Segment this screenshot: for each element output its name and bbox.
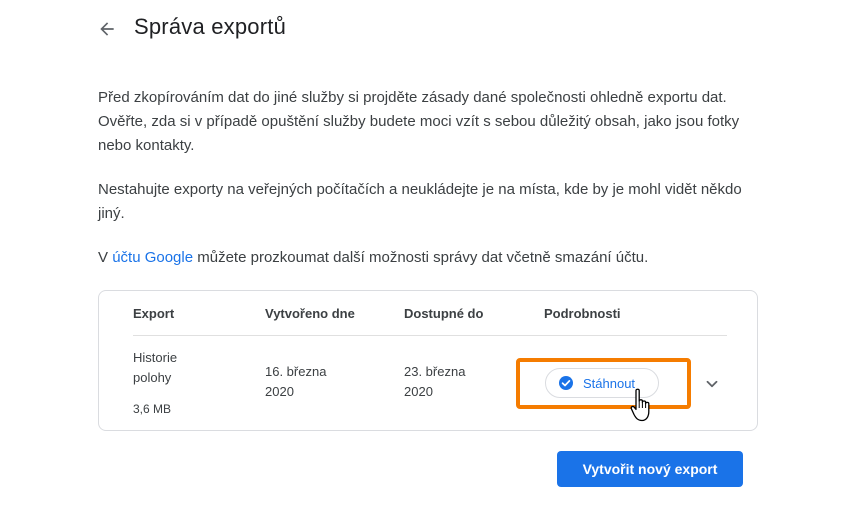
export-name: Historie polohy (133, 350, 178, 385)
intro-paragraph-1: Před zkopírováním dat do jiné služby si … (98, 89, 740, 154)
export-available-date: 23. března 2020 (404, 364, 466, 399)
page-title: Správa exportů (134, 14, 286, 39)
expand-row-button[interactable] (701, 373, 723, 395)
google-account-link[interactable]: účtu Google (112, 249, 193, 266)
intro-paragraph-3: V účtu Google můžete prozkoumat další mo… (98, 246, 758, 270)
p3-text-after: můžete prozkoumat další možnosti správy … (193, 249, 649, 266)
header-export: Export (133, 306, 175, 321)
p3-text-before: V (98, 249, 113, 266)
arrow-back-icon (100, 22, 114, 36)
hand-cursor-icon (630, 388, 650, 422)
download-label: Stáhnout (583, 375, 636, 391)
header-details: Podrobnosti (544, 306, 621, 321)
exports-table: Export Vytvořeno dne Dostupné do Podrobn… (98, 290, 758, 431)
chevron-down-icon (706, 380, 718, 388)
header-available: Dostupné do (404, 306, 484, 321)
export-size: 3,6 MB (133, 402, 172, 416)
new-export-button[interactable]: Vytvořit nový export (557, 451, 743, 487)
back-button[interactable] (94, 16, 120, 42)
table-divider (133, 335, 727, 336)
header-created: Vytvořeno dne (265, 306, 355, 321)
check-circle-icon (558, 375, 574, 391)
export-created-date: 16. března 2020 (265, 364, 327, 399)
intro-paragraph-2: Nestahujte exporty na veřejných počítačí… (98, 181, 742, 222)
